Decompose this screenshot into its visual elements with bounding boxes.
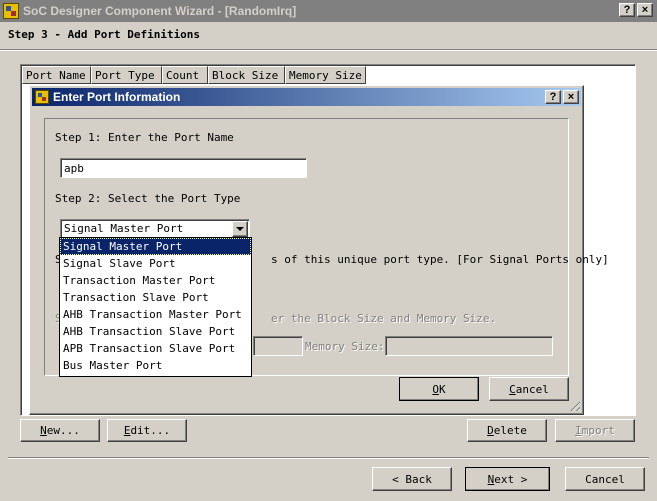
delete-button[interactable]: Delete — [467, 419, 547, 442]
back-button-label: < Back — [392, 472, 432, 486]
memory-size-label: Memory Size: — [305, 340, 385, 353]
chevron-down-icon[interactable] — [232, 221, 248, 237]
back-button[interactable]: < Back — [372, 467, 452, 491]
import-button[interactable]: Import — [555, 419, 635, 442]
step-header: Step 3 - Add Port Definitions — [8, 28, 201, 41]
dialog-cancel-button[interactable]: Cancel — [489, 377, 569, 401]
dropdown-option[interactable]: Bus Master Port — [60, 357, 251, 374]
dialog-close-button[interactable]: × — [563, 90, 579, 104]
edit-button[interactable]: Edit... — [107, 419, 187, 442]
help-button[interactable]: ? — [619, 3, 635, 17]
memory-size-input[interactable] — [385, 336, 553, 356]
resize-grip-icon[interactable] — [568, 399, 580, 411]
delete-button-label: Delete — [487, 424, 527, 437]
cancel-button[interactable]: Cancel — [565, 467, 645, 491]
dialog-cancel-label: Cancel — [509, 382, 549, 396]
step2-label: Step 2: Select the Port Type — [55, 192, 241, 205]
column-block-size[interactable]: Block Size — [208, 66, 285, 84]
dropdown-option[interactable]: Signal Master Port — [60, 238, 251, 255]
port-type-value: Signal Master Port — [64, 222, 184, 235]
dropdown-option[interactable]: AHB Transaction Slave Port — [60, 323, 251, 340]
header-separator — [0, 49, 657, 51]
block-size-input[interactable] — [253, 336, 303, 356]
edit-button-label: Edit... — [123, 424, 171, 437]
dialog-title: Enter Port Information — [53, 90, 181, 104]
import-button-label: Import — [575, 424, 615, 437]
next-button[interactable]: Next > — [465, 467, 550, 491]
close-button[interactable]: × — [637, 3, 653, 17]
app-icon — [3, 3, 19, 19]
column-port-type[interactable]: Port Type — [91, 66, 162, 84]
new-button-label: New... — [40, 424, 80, 437]
port-name-input[interactable]: apb — [60, 158, 307, 178]
dialog-help-button[interactable]: ? — [545, 90, 561, 104]
next-button-label: Next > — [487, 472, 528, 486]
window-title-bar[interactable]: SoC Designer Component Wizard - [RandomI… — [0, 0, 657, 22]
footer-separator — [8, 457, 649, 459]
port-type-combo[interactable]: Signal Master Port — [60, 219, 250, 239]
new-button[interactable]: New... — [20, 419, 100, 442]
dropdown-option[interactable]: Signal Slave Port — [60, 255, 251, 272]
dialog-app-icon — [35, 90, 49, 104]
window-title: SoC Designer Component Wizard - [RandomI… — [23, 4, 297, 18]
dropdown-option[interactable]: Transaction Master Port — [60, 272, 251, 289]
port-type-dropdown[interactable]: Signal Master Port Signal Slave Port Tra… — [59, 237, 252, 377]
dialog-ok-label: OK — [432, 382, 446, 396]
cancel-button-label: Cancel — [585, 472, 625, 486]
column-port-name[interactable]: Port Name — [22, 66, 91, 84]
column-count[interactable]: Count — [162, 66, 208, 84]
step1-label: Step 1: Enter the Port Name — [55, 131, 234, 144]
column-memory-size[interactable]: Memory Size — [285, 66, 366, 84]
step3-label: s of this unique port type. [For Signal … — [271, 253, 609, 266]
dialog-ok-button[interactable]: OK — [399, 377, 479, 401]
step4-label: er the Block Size and Memory Size. — [271, 312, 497, 325]
port-list-headers: Port Name Port Type Count Block Size Mem… — [22, 66, 366, 84]
dropdown-option[interactable]: AHB Transaction Master Port — [60, 306, 251, 323]
dropdown-option[interactable]: Transaction Slave Port — [60, 289, 251, 306]
dialog-title-bar[interactable]: Enter Port Information ? × — [32, 88, 581, 106]
dropdown-option[interactable]: APB Transaction Slave Port — [60, 340, 251, 357]
